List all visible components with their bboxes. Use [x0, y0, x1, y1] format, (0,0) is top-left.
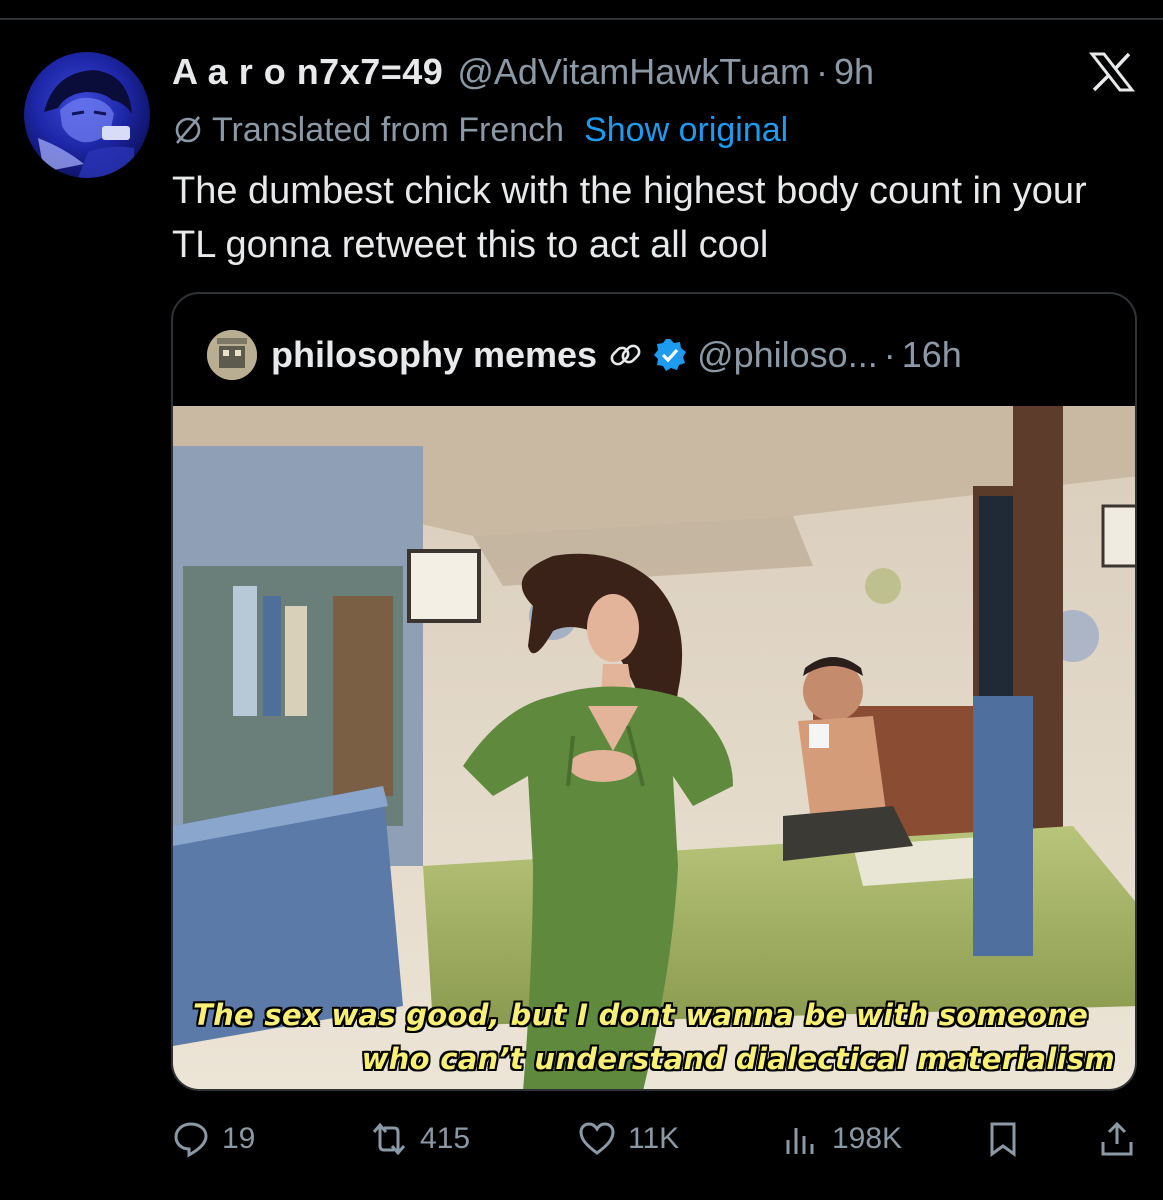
- reply-count: 19: [222, 1122, 256, 1155]
- x-logo-icon: [1088, 52, 1136, 92]
- translated-from-label: Translated from French: [212, 110, 565, 149]
- reply-button[interactable]: 19: [172, 1114, 255, 1164]
- link-icon: [610, 344, 641, 366]
- header-separator: ·: [815, 51, 828, 92]
- views-button[interactable]: 198K: [782, 1114, 902, 1164]
- retweet-button[interactable]: 415: [370, 1114, 470, 1164]
- quoted-tweet-image[interactable]: The sex was good, but I dont wanna be wi…: [173, 406, 1135, 1089]
- meme-caption-line-1: The sex was good, but I dont wanna be wi…: [193, 998, 1089, 1032]
- globe-slash-icon: [175, 116, 201, 144]
- meme-caption-line-2: who can’t understand dialectical materia…: [361, 1042, 1115, 1076]
- author-avatar[interactable]: [24, 52, 150, 178]
- quoted-author-handle[interactable]: @philoso...: [697, 334, 878, 376]
- reply-icon: [174, 1122, 208, 1158]
- views-icon: [786, 1128, 814, 1154]
- share-icon: [1101, 1121, 1133, 1156]
- tweet-header: A a r o n7x7=49 @AdVitamHawkTuam · 9h: [172, 50, 874, 94]
- show-original-link[interactable]: Show original: [584, 111, 788, 150]
- retweet-icon: [372, 1122, 406, 1156]
- bookmark-icon: [990, 1122, 1016, 1157]
- tweet-action-bar: 19 415 11K 198K: [0, 1114, 1163, 1164]
- tweet-text: The dumbest chick with the highest body …: [172, 170, 1087, 266]
- quoted-tweet-timestamp[interactable]: 16h: [902, 334, 962, 376]
- quoted-header-separator: ·: [883, 334, 896, 375]
- quoted-avatar-artwork: [207, 330, 257, 380]
- translation-notice: Translated from French Show original: [172, 108, 788, 152]
- heart-icon: [579, 1122, 615, 1155]
- author-display-name[interactable]: A a r o n7x7=49: [172, 51, 443, 93]
- like-count: 11K: [628, 1122, 680, 1155]
- tweet-timestamp[interactable]: 9h: [834, 51, 874, 93]
- quoted-tweet-card[interactable]: philosophy memes @philoso... · 16h The s…: [171, 292, 1137, 1091]
- like-button[interactable]: 11K: [578, 1114, 679, 1164]
- avatar-artwork: [38, 70, 134, 178]
- tweet-screen: A a r o n7x7=49 @AdVitamHawkTuam · 9h Tr…: [0, 0, 1163, 1200]
- quoted-author-name[interactable]: philosophy memes: [271, 334, 597, 376]
- verified-badge-icon: [654, 339, 687, 371]
- author-handle[interactable]: @AdVitamHawkTuam: [457, 51, 810, 93]
- quoted-author-avatar[interactable]: [207, 330, 257, 380]
- top-divider: [0, 18, 1163, 20]
- bookmark-button[interactable]: [984, 1114, 1022, 1164]
- bedroom-scene-illustration: [173, 406, 1135, 1089]
- retweet-count: 415: [420, 1122, 471, 1155]
- share-button[interactable]: [1098, 1114, 1136, 1164]
- views-count: 198K: [832, 1122, 903, 1155]
- quoted-tweet-header: philosophy memes @philoso... · 16h: [207, 330, 962, 380]
